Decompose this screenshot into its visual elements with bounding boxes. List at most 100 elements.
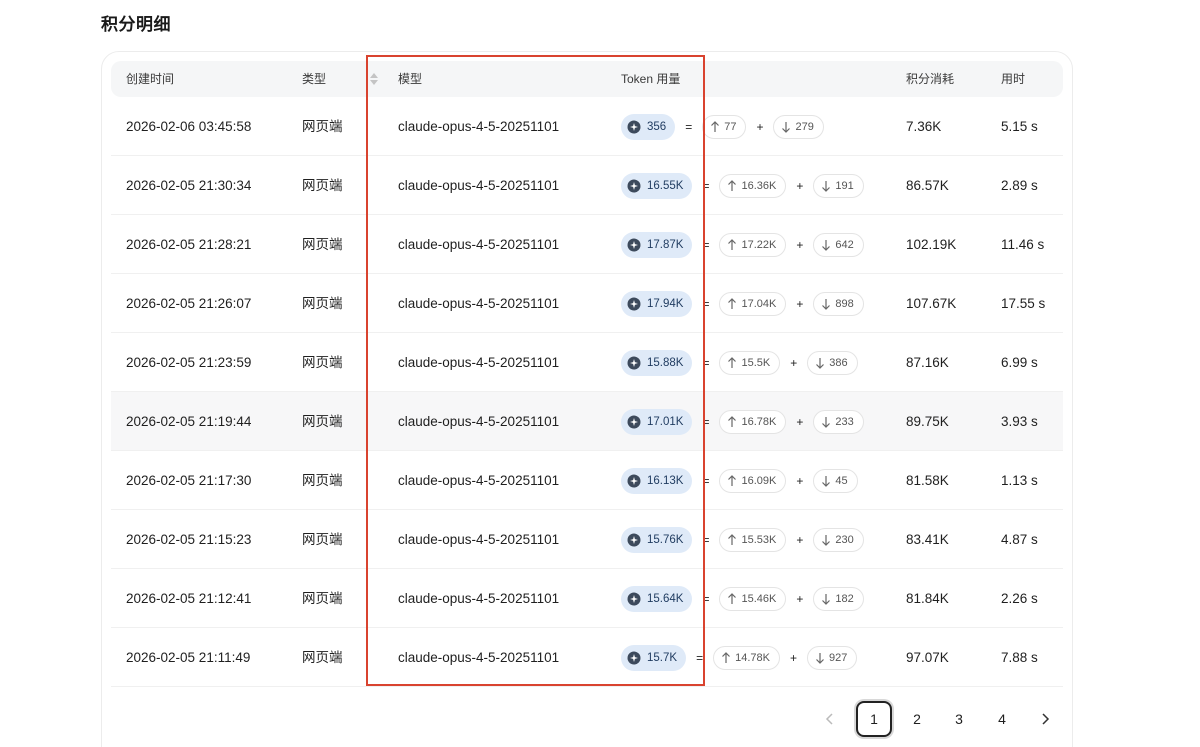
output-tokens-value: 182 [835,592,854,605]
plus-sign: + [796,296,804,311]
pagination: 1234 [0,701,1200,737]
input-tokens-pill: 17.22K [719,232,787,257]
duration-cell: 3.93 s [1001,414,1038,429]
input-tokens-value: 16.36K [741,179,777,192]
column-header-created-time[interactable]: 创建时间 [126,61,174,97]
arrow-down-icon [822,593,831,605]
column-header-duration: 用时 [1001,72,1026,86]
output-tokens-value: 230 [835,533,854,546]
arrow-up-icon [728,415,737,427]
plus-sign: + [790,355,798,370]
output-tokens-pill: 182 [813,586,864,611]
type-cell: 网页端 [302,591,343,606]
arrow-down-icon [816,357,825,369]
page-button-2[interactable]: 2 [899,701,935,737]
output-tokens-pill: 642 [813,232,864,257]
type-cell: 网页端 [302,414,343,429]
output-tokens-pill: 191 [813,173,864,198]
credits-cell: 102.19K [906,237,957,252]
input-tokens-value: 16.09K [741,474,777,487]
page-button-1[interactable]: 1 [856,701,892,737]
input-tokens-pill: 15.46K [719,586,787,611]
plus-sign: + [796,178,804,193]
arrow-up-icon [722,651,731,663]
column-header-credits: 积分消耗 [906,72,955,86]
duration-cell: 2.89 s [1001,178,1038,193]
arrow-down-icon [816,652,824,664]
plus-sign: + [796,237,804,252]
credits-cell: 81.84K [906,591,949,606]
plus-sign: + [756,119,764,134]
arrow-up-icon [728,356,737,368]
output-tokens-pill: 279 [773,114,824,139]
output-tokens-value: 233 [835,415,854,428]
plus-sign: + [796,591,804,606]
duration-cell: 1.13 s [1001,473,1038,488]
type-cell: 网页端 [302,532,343,547]
created-time-cell: 2026-02-06 03:45:58 [126,119,252,134]
input-tokens-pill: 16.09K [719,468,787,493]
output-tokens-value: 279 [795,120,814,133]
column-header-type: 类型 [302,72,327,86]
duration-cell: 5.15 s [1001,119,1038,134]
type-cell: 网页端 [302,178,343,193]
input-tokens-value: 14.78K [735,651,770,664]
created-time-cell: 2026-02-05 21:12:41 [126,591,252,606]
arrow-up-icon [728,533,737,545]
created-time-cell: 2026-02-05 21:19:44 [126,414,252,429]
duration-cell: 11.46 s [1001,237,1045,252]
input-tokens-value: 17.04K [741,297,777,310]
duration-cell: 7.88 s [1001,650,1038,665]
page-button-3[interactable]: 3 [941,701,977,737]
input-tokens-pill: 15.5K [719,350,781,375]
credits-cell: 89.75K [906,414,949,429]
input-tokens-value: 15.53K [741,533,777,546]
arrow-down-icon [822,475,831,487]
credits-cell: 86.57K [906,178,949,193]
credits-cell: 81.58K [906,473,949,488]
arrow-up-icon [728,474,737,486]
output-tokens-pill: 898 [813,291,864,316]
arrow-down-icon [822,534,831,546]
credits-cell: 7.36K [906,119,942,134]
input-tokens-pill: 77 [702,114,747,139]
chevron-left-icon[interactable] [812,701,848,737]
page-button-4[interactable]: 4 [984,701,1020,737]
created-time-cell: 2026-02-05 21:28:21 [126,237,252,252]
arrow-up-icon [728,238,737,250]
type-cell: 网页端 [302,355,343,370]
plus-sign: + [796,414,804,429]
output-tokens-pill: 230 [813,527,864,552]
created-time-cell: 2026-02-05 21:23:59 [126,355,252,370]
credits-cell: 107.67K [906,296,957,311]
duration-cell: 6.99 s [1001,355,1038,370]
input-tokens-value: 17.22K [741,238,777,251]
arrow-down-icon [822,298,831,310]
output-tokens-value: 386 [829,356,848,369]
type-cell: 网页端 [302,473,343,488]
arrow-up-icon [728,592,737,604]
plus-sign: + [796,473,804,488]
arrow-up-icon [711,120,720,132]
output-tokens-value: 898 [835,297,854,310]
arrow-up-icon [728,297,737,309]
created-time-cell: 2026-02-05 21:17:30 [126,473,252,488]
arrow-down-icon [822,416,831,428]
arrow-up-icon [728,179,737,191]
output-tokens-value: 927 [828,651,848,664]
type-cell: 网页端 [302,119,343,134]
duration-cell: 17.55 s [1001,296,1046,311]
input-tokens-pill: 17.04K [719,291,787,316]
input-tokens-pill: 16.36K [719,173,787,198]
created-time-cell: 2026-02-05 21:26:07 [126,296,252,311]
chevron-right-icon[interactable] [1027,701,1063,737]
output-tokens-value: 191 [835,179,854,192]
input-tokens-value: 16.78K [741,415,777,428]
input-tokens-pill: 16.78K [719,409,787,434]
input-tokens-pill: 14.78K [713,645,780,670]
input-tokens-value: 15.5K [741,356,771,369]
output-tokens-pill: 927 [806,645,858,670]
type-cell: 网页端 [302,237,343,252]
output-tokens-pill: 386 [807,350,858,375]
credits-cell: 83.41K [906,532,949,547]
